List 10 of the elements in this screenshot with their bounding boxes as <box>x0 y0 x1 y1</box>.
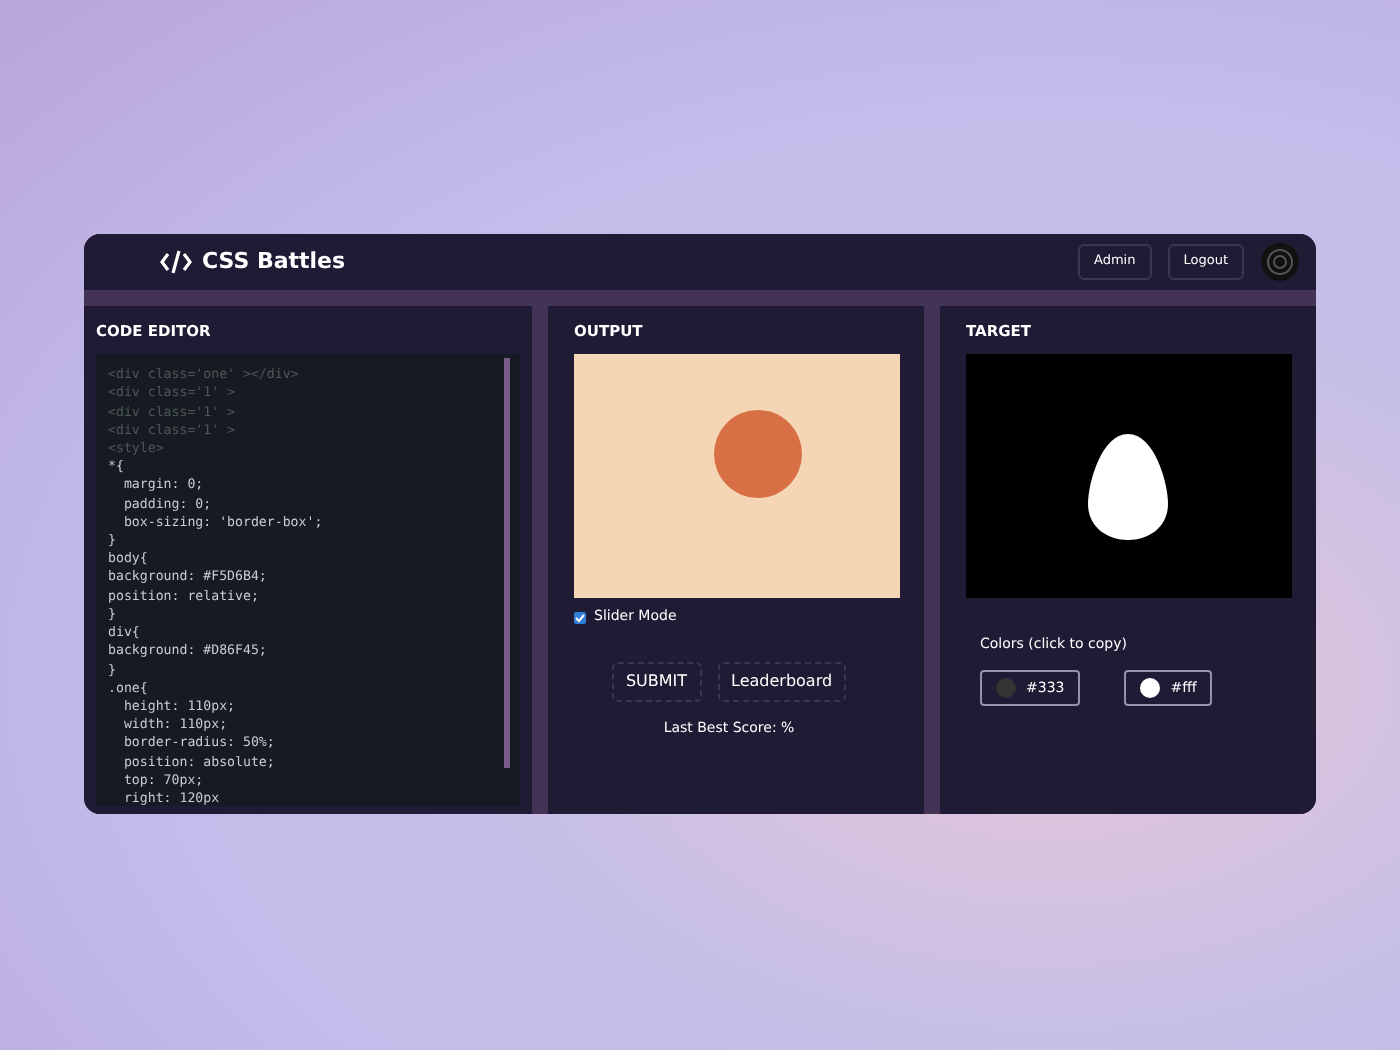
action-button[interactable]: Leaderboard <box>717 661 847 702</box>
egg-shape <box>1088 434 1168 541</box>
code-editor[interactable] <box>96 354 520 807</box>
action-button[interactable]: SUBMIT <box>611 661 702 702</box>
scrollbar[interactable] <box>504 358 510 769</box>
code-brackets-icon <box>160 249 192 274</box>
checkbox[interactable] <box>574 611 586 623</box>
avatar-icon[interactable] <box>1260 242 1300 282</box>
circle-shape <box>714 410 802 499</box>
logo-text: CSS Battles <box>202 245 346 278</box>
